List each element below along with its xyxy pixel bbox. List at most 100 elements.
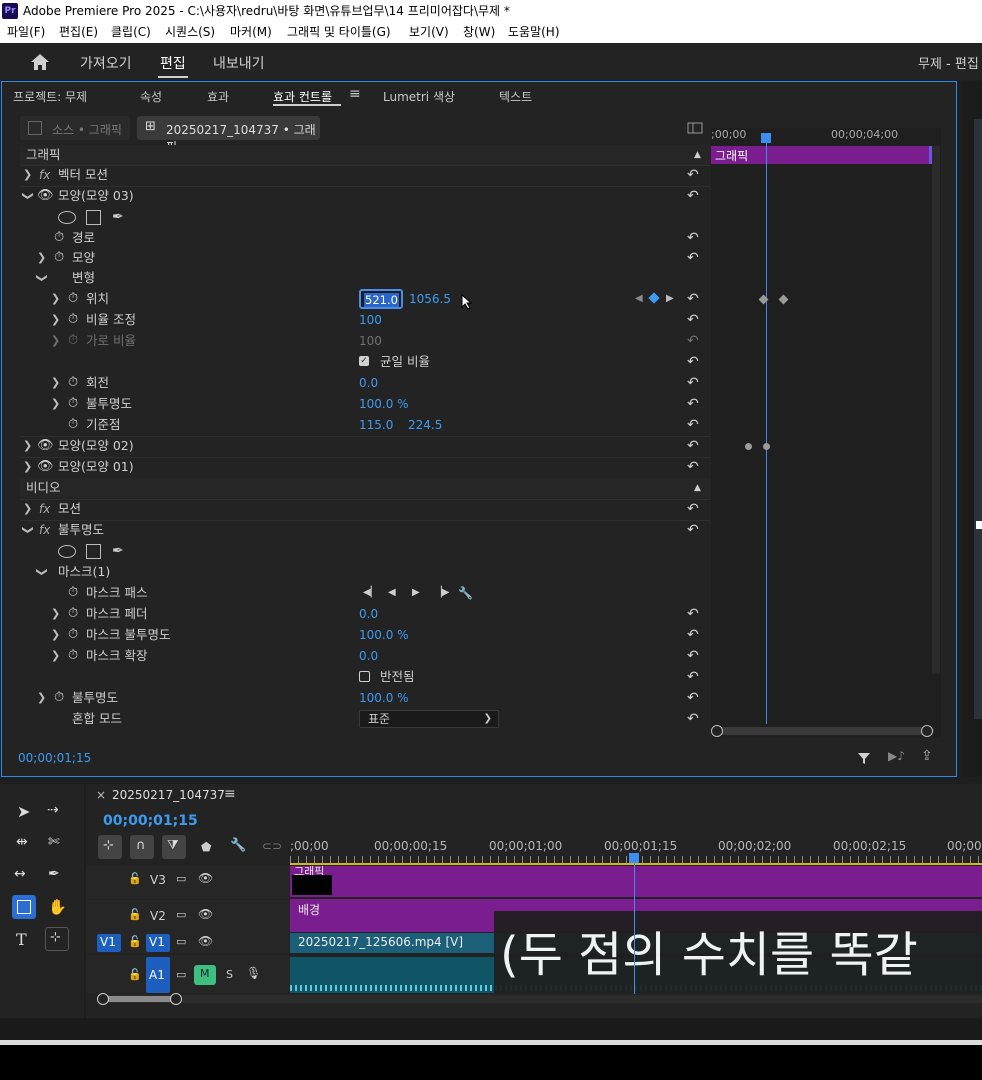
lock-icon[interactable]: 🔓: [128, 968, 142, 981]
reset-icon[interactable]: ↶: [687, 165, 699, 185]
tab-properties[interactable]: 속성: [140, 88, 162, 105]
uniform-scale-checkbox[interactable]: ✓: [359, 356, 369, 366]
reset-icon[interactable]: ↶: [687, 520, 699, 540]
ellipse-mask-icon[interactable]: [58, 211, 76, 224]
razor-tool-icon[interactable]: ✄: [48, 834, 60, 850]
row-shape03[interactable]: ❯ 👁 모양(모양 03) ↶: [20, 186, 710, 206]
row-anchor[interactable]: ⏱ 기준점 115.0 224.5 ↶: [20, 415, 710, 435]
rectangle-mask-icon[interactable]: [86, 210, 101, 225]
reset-icon[interactable]: ↶: [687, 457, 699, 477]
track-select-tool-icon[interactable]: ⇢: [47, 802, 59, 818]
sync-lock-icon[interactable]: ▭: [176, 968, 186, 981]
ripple-edit-tool-icon[interactable]: ⇹: [16, 834, 28, 850]
tab-text[interactable]: 텍스트: [499, 88, 532, 105]
sync-lock-icon[interactable]: ▭: [176, 935, 186, 948]
row-motion[interactable]: ❯ fx 모션 ↶: [20, 499, 710, 519]
row-shape02[interactable]: ❯ 👁 모양(모양 02) ↶: [20, 436, 710, 456]
zoom-handle-right[interactable]: [170, 993, 182, 1005]
sync-lock-icon[interactable]: ▭: [176, 908, 186, 921]
source-tab-active[interactable]: ⊞ 20250217_104737 • 그래픽: [137, 116, 320, 154]
row-mask-opacity[interactable]: ❯ ⏱ 마스크 불투명도 100.0 % ↶: [20, 625, 710, 645]
stopwatch-icon[interactable]: ⏱: [68, 373, 78, 393]
menu-window[interactable]: 창(W): [463, 22, 495, 43]
stopwatch-icon[interactable]: ⏱: [68, 583, 78, 603]
hand-tool-icon[interactable]: ✋: [48, 898, 67, 916]
reset-icon[interactable]: ↶: [687, 248, 699, 268]
lock-icon[interactable]: 🔓: [128, 872, 142, 885]
expand-chevron-icon[interactable]: ❯: [51, 289, 60, 309]
sync-lock-icon[interactable]: ▭: [176, 872, 186, 885]
tab-edit[interactable]: 편집: [160, 53, 186, 73]
tab-export[interactable]: 내보내기: [213, 53, 265, 73]
stopwatch-icon[interactable]: ⏱: [54, 688, 64, 708]
expand-chevron-icon[interactable]: ❯: [23, 499, 32, 519]
sequence-menu-icon[interactable]: ≡: [224, 786, 236, 802]
timeline-scrollbar[interactable]: [100, 995, 982, 1003]
panel-menu-icon[interactable]: ≡: [349, 86, 361, 102]
tab-import[interactable]: 가져오기: [80, 53, 132, 73]
collapse-chevron-icon[interactable]: ❯: [18, 525, 38, 534]
fx-icon[interactable]: fx: [39, 499, 50, 519]
row-opacity2[interactable]: ❯ ⏱ 불투명도 100.0 % ↶: [20, 688, 710, 708]
track-target-a1[interactable]: A1: [146, 957, 170, 993]
expand-chevron-icon[interactable]: ❯: [37, 688, 46, 708]
section-video[interactable]: 비디오 ▲: [20, 478, 710, 498]
blend-mode-select[interactable]: 표준 ❯: [359, 710, 499, 728]
home-icon[interactable]: [30, 53, 50, 71]
row-opacity[interactable]: ❯ ⏱ 불투명도 100.0 % ↶: [20, 394, 710, 414]
row-position[interactable]: ❯ ⏱ 위치 521.0 1056.5 ◀ ▶ ↶: [20, 289, 710, 310]
row-inverted[interactable]: 반전됨 ↶: [20, 667, 710, 687]
reset-icon[interactable]: ↶: [687, 394, 699, 414]
collapse-up-icon[interactable]: ▲: [694, 478, 701, 498]
add-marker-icon[interactable]: ⬟: [201, 840, 211, 854]
rectangle-mask-icon[interactable]: [86, 544, 101, 559]
opacity-value[interactable]: 100.0 %: [359, 394, 409, 414]
opacity2-value[interactable]: 100.0 %: [359, 688, 409, 708]
eye-icon[interactable]: 👁: [198, 907, 213, 921]
wrench-icon[interactable]: 🔧: [458, 583, 473, 603]
next-keyframe-icon[interactable]: ▶: [666, 289, 674, 309]
stopwatch-icon[interactable]: ⏱: [68, 310, 78, 330]
stopwatch-active-icon[interactable]: ⏱: [68, 289, 78, 309]
reset-icon[interactable]: ↶: [687, 289, 699, 309]
slip-tool-icon[interactable]: ↔: [14, 866, 26, 882]
expand-chevron-icon[interactable]: ❯: [51, 625, 60, 645]
position-x-input[interactable]: 521.0: [359, 289, 403, 309]
pen-mask-icon[interactable]: ✒: [112, 541, 124, 561]
toggle-timeline-icon[interactable]: [687, 122, 703, 134]
solo-button[interactable]: S: [226, 968, 233, 981]
snap-button[interactable]: ∩: [130, 835, 154, 859]
reset-icon[interactable]: ↶: [687, 415, 699, 435]
anchor-x-value[interactable]: 115.0: [359, 415, 393, 435]
stopwatch-icon[interactable]: ⏱: [68, 646, 78, 666]
stopwatch-icon[interactable]: ⏱: [54, 228, 64, 248]
ellipse-mask-icon[interactable]: [58, 545, 76, 558]
source-tab-inactive[interactable]: 소스 • 그래픽: [20, 116, 130, 140]
collapse-chevron-icon[interactable]: ❯: [32, 273, 52, 282]
fx-icon[interactable]: fx: [39, 520, 50, 540]
keyframe-dot-2[interactable]: [763, 443, 770, 450]
expand-chevron-icon[interactable]: ❯: [51, 373, 60, 393]
microphone-icon[interactable]: 🎙: [246, 966, 261, 980]
timeline-scroll-thumb[interactable]: [103, 996, 175, 1002]
expand-chevron-icon[interactable]: ❯: [51, 646, 60, 666]
stopwatch-icon[interactable]: ⏱: [68, 625, 78, 645]
row-path[interactable]: ⏱ 경로 ↶: [20, 228, 710, 248]
reset-icon[interactable]: ↶: [687, 667, 699, 687]
mask-expand-value[interactable]: 0.0: [359, 646, 378, 666]
stopwatch-icon[interactable]: ⏱: [68, 604, 78, 624]
mute-button[interactable]: M: [194, 965, 216, 985]
expand-chevron-icon[interactable]: ❯: [51, 604, 60, 624]
menu-help[interactable]: 도움말(H): [508, 22, 560, 43]
row-shape01[interactable]: ❯ 👁 모양(모양 01) ↶: [20, 457, 710, 477]
row-mask-feather[interactable]: ❯ ⏱ 마스크 페더 0.0 ↶: [20, 604, 710, 624]
stopwatch-icon[interactable]: ⏱: [68, 394, 78, 414]
menu-view[interactable]: 보기(V): [409, 22, 449, 43]
inverted-checkbox[interactable]: [359, 671, 370, 682]
reset-icon[interactable]: ↶: [687, 228, 699, 248]
row-transform[interactable]: ❯ 변형: [20, 268, 710, 288]
scale-value[interactable]: 100: [359, 310, 382, 330]
mask-opacity-value[interactable]: 100.0 %: [359, 625, 409, 645]
lock-icon[interactable]: 🔓: [128, 908, 142, 921]
row-mask-path[interactable]: ⏱ 마스크 패스 ◀▏ ◀ ▶ ▕▶ 🔧: [20, 583, 710, 603]
